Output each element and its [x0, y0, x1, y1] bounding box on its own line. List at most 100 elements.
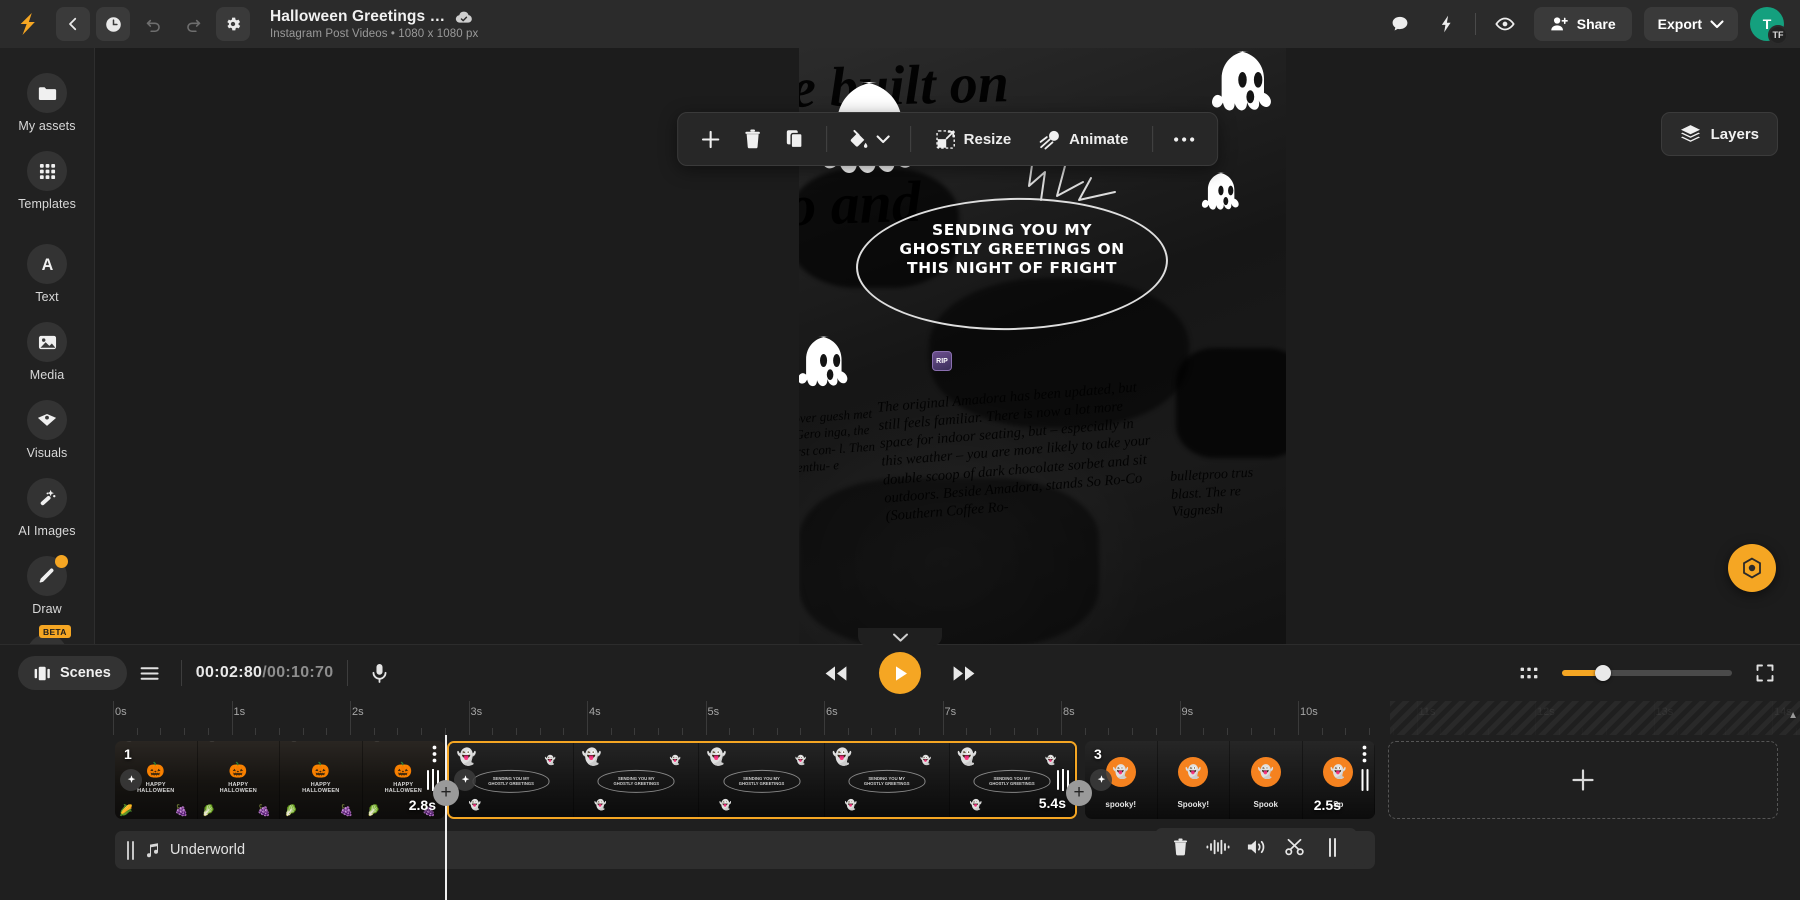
- header-divider: [1475, 13, 1476, 35]
- ruler-subtick: [516, 728, 517, 735]
- layers-button[interactable]: Layers: [1661, 112, 1778, 156]
- ellipsis-icon: [1173, 136, 1195, 143]
- ruler-collapse-caret-icon[interactable]: ▲: [1788, 710, 1798, 721]
- clip-duration: 2.8s: [409, 797, 436, 813]
- canvas-toolbar: Resize Animate: [677, 112, 1219, 166]
- scenes-toggle-button[interactable]: Scenes: [18, 656, 127, 690]
- thumbnail: 👻👻👻 SENDING YOU MYGHOSTLY GREETINGS: [825, 743, 950, 817]
- sidebar-label: Draw: [32, 602, 62, 616]
- rewind-button[interactable]: [819, 656, 853, 690]
- audio-toolbar: [1155, 828, 1357, 866]
- sidebar-item-text[interactable]: A Text: [0, 235, 95, 311]
- plus-icon: [1570, 767, 1596, 793]
- ruler-tick: [706, 701, 707, 735]
- sidebar-item-draw[interactable]: Draw: [0, 547, 95, 623]
- sidebar-item-visuals[interactable]: Visuals: [0, 391, 95, 467]
- clip-trim-handle[interactable]: [1359, 769, 1371, 791]
- ghost-bottom-left: [799, 334, 865, 399]
- ruler-subtick: [1369, 728, 1370, 735]
- ruler-subtick: [658, 728, 659, 735]
- ghost-small-right: [1198, 171, 1252, 219]
- settings-button[interactable]: [216, 7, 250, 41]
- ruler-tick: [350, 701, 351, 735]
- ghost-top-right: [1206, 48, 1286, 126]
- grip-icon[interactable]: [125, 841, 136, 860]
- clip-menu-button[interactable]: [1362, 745, 1367, 763]
- undo-button[interactable]: [136, 7, 170, 41]
- timeline-zoom-slider[interactable]: [1562, 670, 1732, 676]
- redo-button[interactable]: [176, 7, 210, 41]
- play-button[interactable]: [879, 652, 921, 694]
- timeline-clip-2[interactable]: 👻👻👻 SENDING YOU MYGHOSTLY GREETINGS 👻👻👻 …: [447, 741, 1077, 819]
- magic-wand-icon: [27, 478, 67, 518]
- editor-body: My assets Templates A Text: [0, 48, 1800, 644]
- timeline-clip-3[interactable]: 👻spooky! 👻Spooky! 👻Spook 👻Sp 3 2.5s: [1085, 741, 1375, 819]
- add-scene-panel[interactable]: [1388, 741, 1778, 819]
- sidebar-item-templates[interactable]: Templates: [0, 142, 95, 218]
- timeline-list-button[interactable]: [133, 656, 167, 690]
- back-button[interactable]: [56, 7, 90, 41]
- sidebar-item-my-assets[interactable]: My assets: [0, 64, 95, 140]
- voiceover-button[interactable]: [362, 656, 396, 690]
- trash-icon: [743, 129, 762, 149]
- ruler-subtick: [540, 728, 541, 735]
- timeline-clip-1[interactable]: 🎃 HAPPYHALLOWEEN 🌽🍇 🎃 HAPPYHALLOWEEN 🥬🍇 …: [115, 741, 445, 819]
- ruler-subtick: [326, 728, 327, 735]
- animate-button[interactable]: Animate: [1027, 120, 1140, 158]
- cloud-saved-icon: [455, 10, 473, 24]
- app-logo-icon[interactable]: [12, 7, 46, 41]
- add-scene-button-2[interactable]: +: [1066, 780, 1092, 806]
- audio-grip-handle[interactable]: [1313, 828, 1351, 866]
- greeting-text[interactable]: SENDING YOU MY GHOSTLY GREETINGS ON THIS…: [871, 221, 1153, 278]
- audio-waveform-button[interactable]: [1199, 828, 1237, 866]
- audio-delete-button[interactable]: [1161, 828, 1199, 866]
- comment-button[interactable]: [1383, 7, 1417, 41]
- sidebar-item-media[interactable]: Media: [0, 313, 95, 389]
- ruler-tick-label: 2s: [352, 706, 364, 718]
- zoom-slider-knob[interactable]: [1595, 665, 1611, 681]
- export-label: Export: [1658, 16, 1702, 32]
- add-element-button[interactable]: [692, 120, 730, 158]
- delete-button[interactable]: [734, 120, 772, 158]
- audio-split-button[interactable]: [1275, 828, 1313, 866]
- controls-divider-2: [347, 660, 348, 686]
- clip-transition-marker[interactable]: [1090, 769, 1112, 791]
- add-scene-button-1[interactable]: +: [433, 780, 459, 806]
- avatar[interactable]: T TF: [1750, 7, 1784, 41]
- assistant-fab-button[interactable]: [1728, 544, 1776, 592]
- ruler-tick: [1298, 701, 1299, 735]
- ruler-subtick: [1014, 728, 1015, 735]
- clip-menu-button[interactable]: [432, 745, 437, 763]
- fill-color-button[interactable]: [839, 120, 898, 158]
- sidebar-item-ai-images[interactable]: AI Images: [0, 469, 95, 545]
- current-time: 00:02:80: [196, 664, 262, 681]
- fast-forward-button[interactable]: [947, 656, 981, 690]
- chevron-down-icon: [876, 134, 890, 144]
- version-history-button[interactable]: [96, 7, 130, 41]
- timeline-ruler[interactable]: 0s1s2s3s4s5s6s7s8s9s10s11s12s13s14s ▲: [0, 701, 1800, 735]
- export-button[interactable]: Export: [1644, 7, 1738, 41]
- preview-button[interactable]: [1488, 7, 1522, 41]
- clip-transition-marker[interactable]: [120, 769, 142, 791]
- grid-view-button[interactable]: [1512, 656, 1546, 690]
- timeline-collapse-button[interactable]: [858, 628, 942, 646]
- sidebar-label: Media: [30, 368, 65, 382]
- share-button[interactable]: Share: [1534, 7, 1632, 41]
- ruler-subtick: [1227, 728, 1228, 735]
- transport-controls: [819, 652, 981, 694]
- ruler-subtick: [729, 728, 730, 735]
- bolt-button[interactable]: [1429, 7, 1463, 41]
- duplicate-button[interactable]: [776, 120, 814, 158]
- fullscreen-button[interactable]: [1748, 656, 1782, 690]
- pen-icon: [27, 556, 67, 596]
- clip-duration: 2.5s: [1314, 797, 1341, 813]
- more-options-button[interactable]: [1165, 120, 1203, 158]
- ruler-subtick: [634, 728, 635, 735]
- timeline-panel: Scenes 00:02:80/00:10:70: [0, 644, 1800, 900]
- ruler-tick: [1180, 701, 1181, 735]
- audio-volume-button[interactable]: [1237, 828, 1275, 866]
- chevron-down-icon: [892, 632, 909, 643]
- draw-new-dot: [55, 555, 68, 568]
- resize-button[interactable]: Resize: [923, 120, 1024, 158]
- ruler-subtick: [753, 728, 754, 735]
